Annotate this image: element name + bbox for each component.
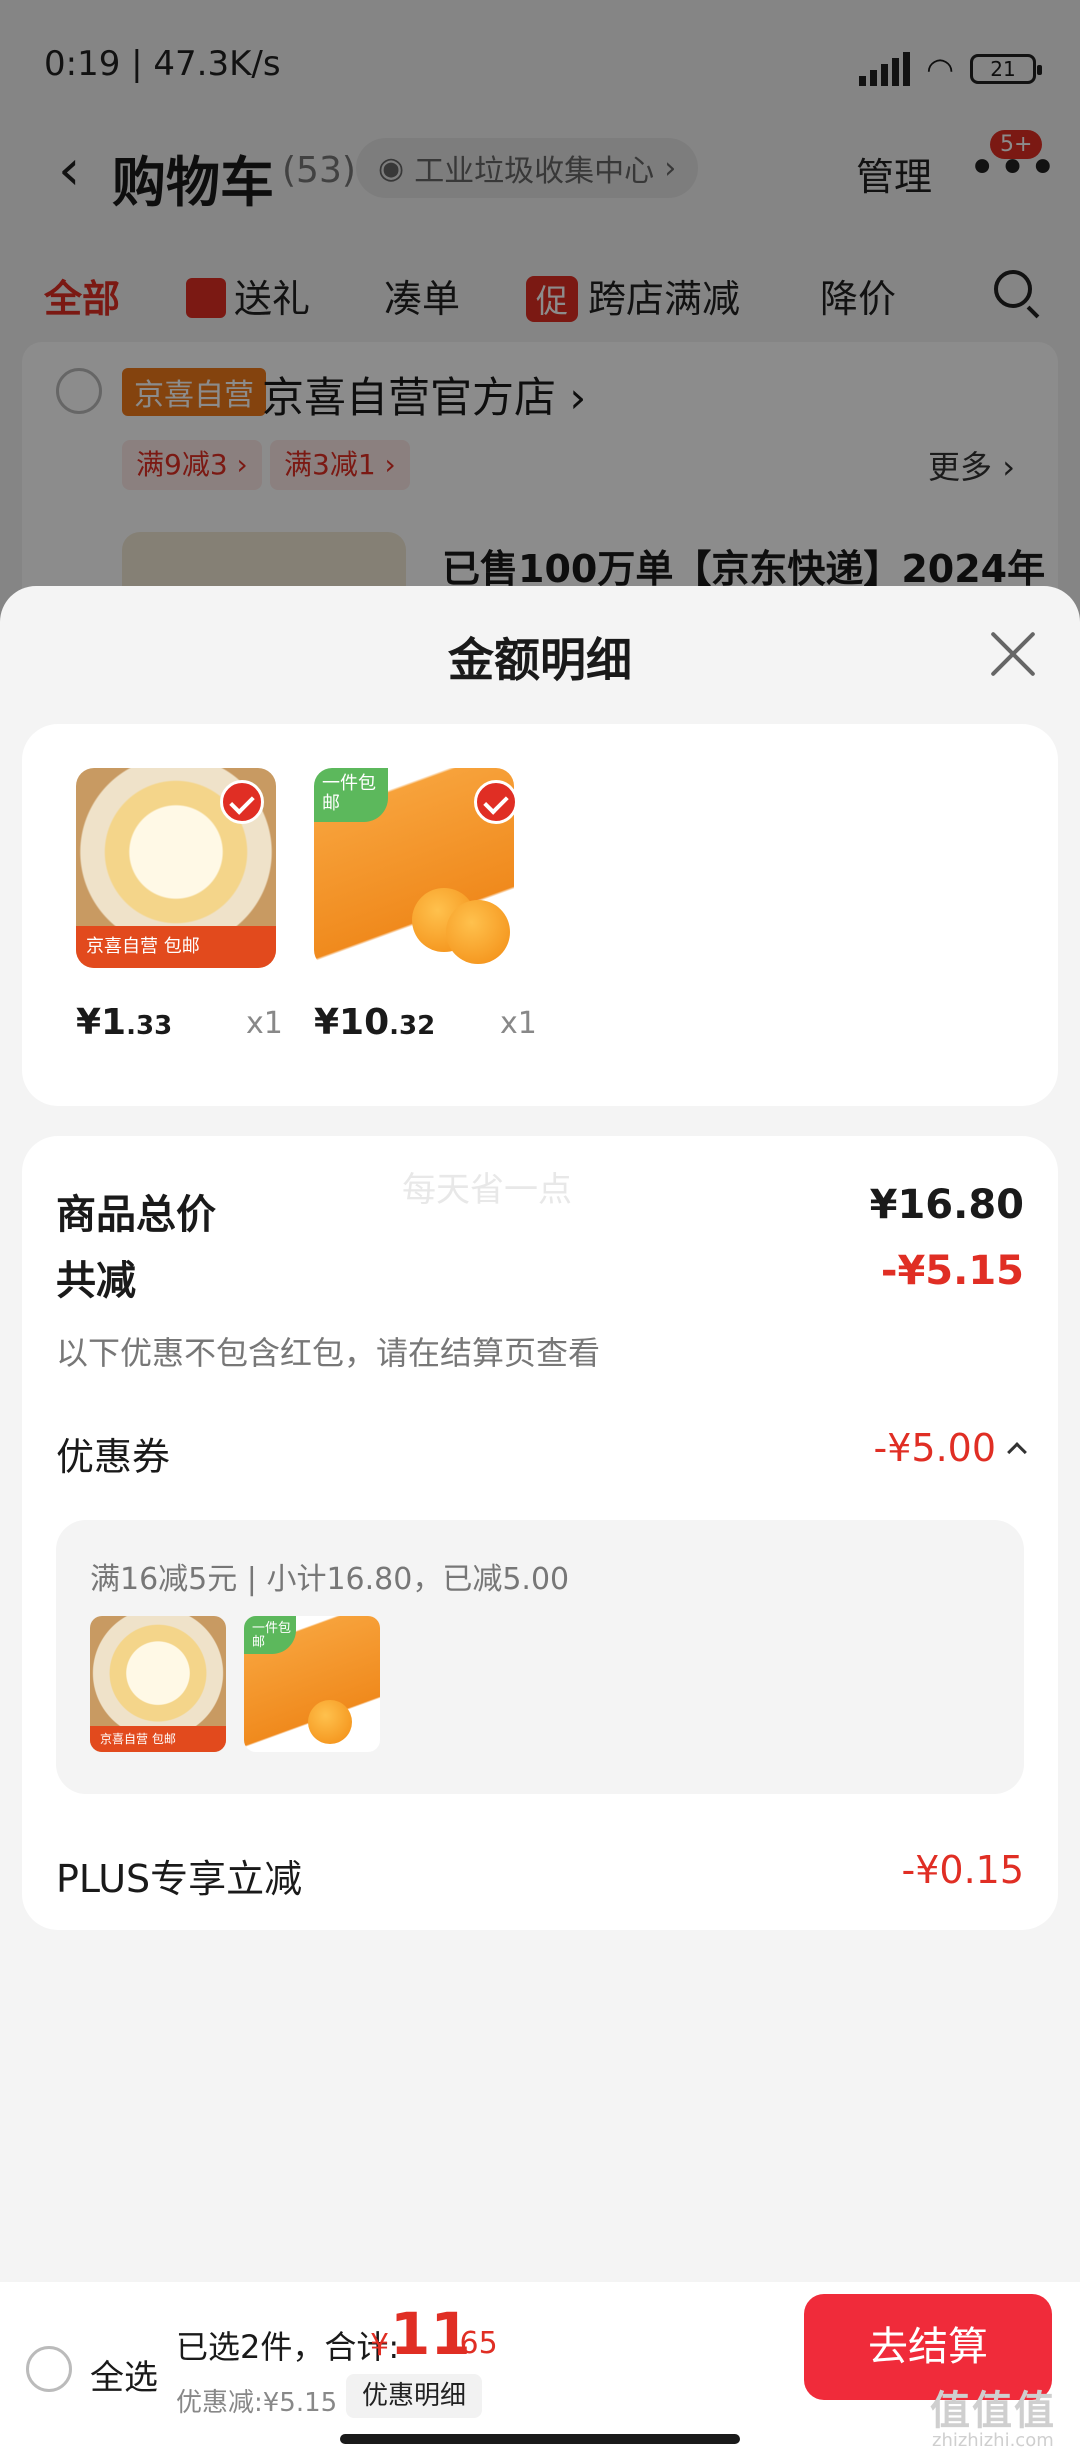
amount-detail-sheet: 金额明细 京喜自营 包邮 ¥1.33 x1 一件包邮 ¥10.32 x1 每天省… — [0, 586, 1080, 2460]
product-image-strip: 京喜自营 包邮 — [90, 1726, 226, 1752]
total-currency: ¥ — [370, 2328, 390, 2363]
saved-amount: 优惠减:¥5.15 — [176, 2388, 338, 2418]
free-shipping-tag: 一件包邮 — [314, 768, 388, 822]
close-icon[interactable] — [986, 626, 1040, 680]
total-value: ¥16.80 — [869, 1182, 1024, 1228]
selection-summary: 已选2件，合计: — [176, 2328, 400, 2366]
item-price: ¥1.33 — [76, 1002, 173, 1043]
discount-value: -¥5.15 — [880, 1248, 1024, 1294]
price-breakdown-card: 每天省一点 商品总价 ¥16.80 共减 -¥5.15 以下优惠不包含红包，请在… — [22, 1136, 1058, 1930]
rice-product-thumbnail: 京喜自营 包邮 — [90, 1616, 226, 1752]
total-label: 商品总价 — [56, 1192, 216, 1238]
orange-icon — [308, 1700, 352, 1744]
coupon-description: 满16减5元 | 小计16.80，已减5.00 — [90, 1562, 570, 1597]
discount-label: 共减 — [56, 1258, 136, 1304]
coupon-label: 优惠券 — [56, 1435, 171, 1479]
item-quantity: x1 — [500, 1006, 537, 1041]
sheet-title: 金额明细 — [448, 633, 632, 687]
item-quantity: x1 — [246, 1006, 283, 1041]
plus-discount-label: PLUS专享立减 — [56, 1857, 303, 1901]
selected-items-card: 京喜自营 包邮 ¥1.33 x1 一件包邮 ¥10.32 x1 — [22, 724, 1058, 1106]
total-amount-dec: .65 — [450, 2326, 498, 2361]
orange-product-thumbnail: 一件包邮 — [244, 1616, 380, 1752]
select-all-label[interactable]: 全选 — [90, 2350, 158, 2399]
orange-icon — [446, 900, 510, 964]
select-all-radio[interactable] — [26, 2346, 72, 2392]
item-price: ¥10.32 — [314, 1002, 436, 1043]
coupon-toggle[interactable]: -¥5.00 — [874, 1426, 1027, 1470]
home-indicator[interactable] — [340, 2434, 740, 2444]
chevron-up-icon — [1007, 1442, 1027, 1462]
site-watermark: 值值值 — [930, 2388, 1056, 2434]
discount-note: 以下优惠不包含红包，请在结算页查看 — [56, 1334, 601, 1372]
discount-detail-button[interactable]: 优惠明细 — [346, 2374, 483, 2418]
coupon-detail-box: 满16减5元 | 小计16.80，已减5.00 京喜自营 包邮 一件包邮 — [56, 1520, 1024, 1794]
free-shipping-tag: 一件包邮 — [244, 1616, 296, 1654]
checked-icon — [474, 780, 518, 824]
product-image-strip: 京喜自营 包邮 — [76, 926, 276, 968]
checked-icon — [220, 780, 264, 824]
site-watermark-url: zhizhizhi.com — [932, 2430, 1054, 2451]
plus-discount-value: -¥0.15 — [901, 1848, 1025, 1892]
watermark-text: 每天省一点 — [402, 1170, 572, 1210]
